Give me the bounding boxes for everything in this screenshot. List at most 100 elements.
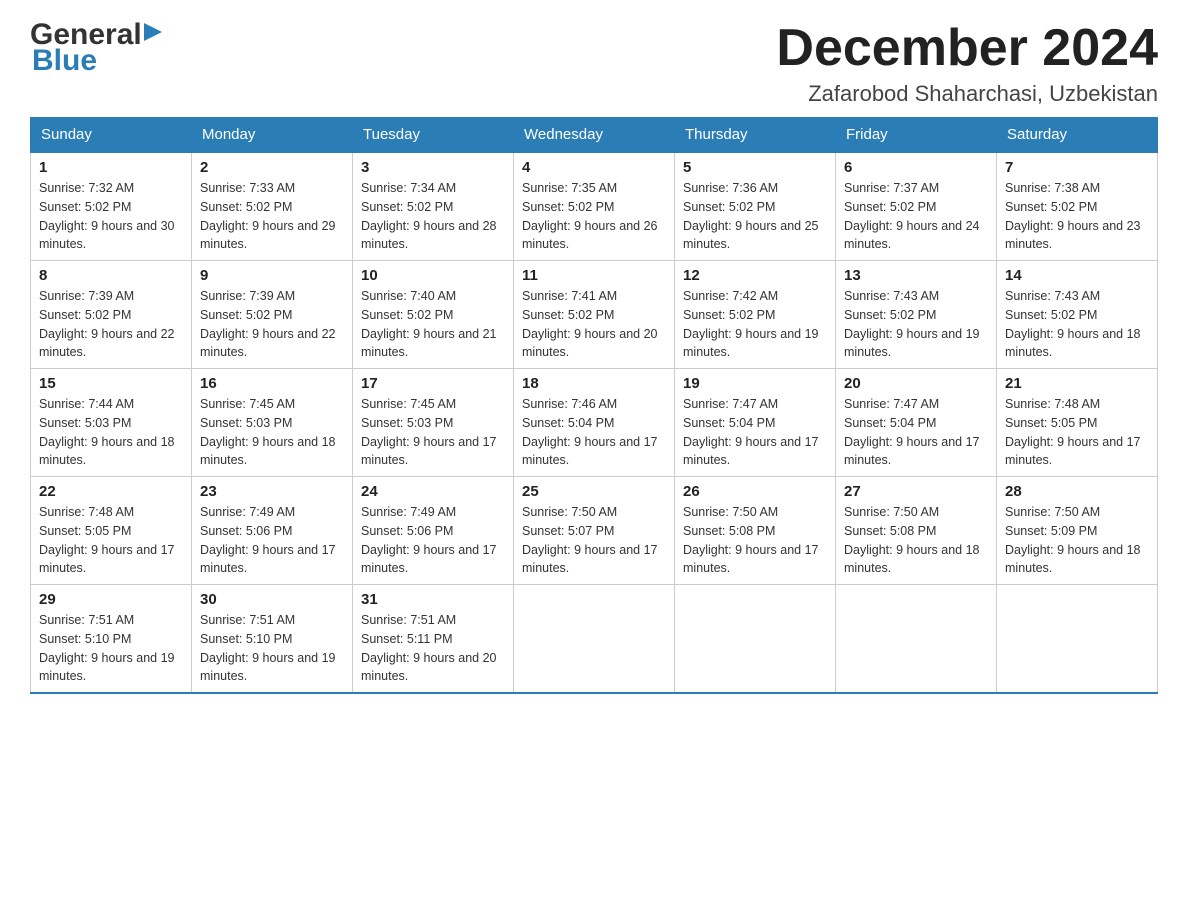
- col-header-monday: Monday: [192, 118, 353, 153]
- day-number: 9: [200, 267, 344, 284]
- sunset-label: Sunset:: [361, 200, 407, 214]
- calendar-header-row: SundayMondayTuesdayWednesdayThursdayFrid…: [31, 118, 1158, 153]
- calendar-cell: 27 Sunrise: 7:50 AM Sunset: 5:08 PM Dayl…: [836, 477, 997, 585]
- sunrise-label: Sunrise:: [200, 505, 249, 519]
- day-number: 29: [39, 591, 183, 608]
- sunrise-label: Sunrise:: [844, 397, 893, 411]
- sunset-label: Sunset:: [39, 200, 85, 214]
- day-info: Sunrise: 7:49 AM Sunset: 5:06 PM Dayligh…: [361, 503, 505, 578]
- sunrise-time: 7:32 AM: [88, 181, 134, 195]
- day-info: Sunrise: 7:50 AM Sunset: 5:07 PM Dayligh…: [522, 503, 666, 578]
- day-number: 14: [1005, 267, 1149, 284]
- day-number: 16: [200, 375, 344, 392]
- sunset-time: 5:02 PM: [729, 308, 776, 322]
- daylight-label: Daylight: 9 hours and 17 minutes.: [844, 435, 980, 468]
- sunrise-time: 7:40 AM: [410, 289, 456, 303]
- day-info: Sunrise: 7:42 AM Sunset: 5:02 PM Dayligh…: [683, 287, 827, 362]
- daylight-label: Daylight: 9 hours and 28 minutes.: [361, 219, 497, 252]
- sunrise-time: 7:50 AM: [732, 505, 778, 519]
- sunrise-label: Sunrise:: [522, 397, 571, 411]
- sunset-time: 5:05 PM: [1051, 416, 1098, 430]
- day-info: Sunrise: 7:48 AM Sunset: 5:05 PM Dayligh…: [39, 503, 183, 578]
- daylight-label: Daylight: 9 hours and 22 minutes.: [200, 327, 336, 360]
- day-number: 15: [39, 375, 183, 392]
- day-info: Sunrise: 7:41 AM Sunset: 5:02 PM Dayligh…: [522, 287, 666, 362]
- sunrise-label: Sunrise:: [200, 613, 249, 627]
- daylight-label: Daylight: 9 hours and 17 minutes.: [361, 435, 497, 468]
- calendar-cell: 24 Sunrise: 7:49 AM Sunset: 5:06 PM Dayl…: [353, 477, 514, 585]
- sunset-time: 5:02 PM: [1051, 200, 1098, 214]
- day-info: Sunrise: 7:48 AM Sunset: 5:05 PM Dayligh…: [1005, 395, 1149, 470]
- sunrise-time: 7:46 AM: [571, 397, 617, 411]
- sunset-label: Sunset:: [200, 632, 246, 646]
- daylight-label: Daylight: 9 hours and 17 minutes.: [200, 543, 336, 576]
- sunrise-label: Sunrise:: [683, 289, 732, 303]
- day-number: 2: [200, 159, 344, 176]
- day-number: 25: [522, 483, 666, 500]
- calendar-table: SundayMondayTuesdayWednesdayThursdayFrid…: [30, 117, 1158, 694]
- sunrise-time: 7:35 AM: [571, 181, 617, 195]
- logo-triangle-icon: [144, 23, 166, 45]
- daylight-label: Daylight: 9 hours and 19 minutes.: [200, 651, 336, 684]
- sunset-time: 5:02 PM: [890, 308, 937, 322]
- daylight-label: Daylight: 9 hours and 17 minutes.: [522, 543, 658, 576]
- day-number: 7: [1005, 159, 1149, 176]
- day-info: Sunrise: 7:38 AM Sunset: 5:02 PM Dayligh…: [1005, 179, 1149, 254]
- daylight-label: Daylight: 9 hours and 17 minutes.: [39, 543, 175, 576]
- sunset-time: 5:02 PM: [1051, 308, 1098, 322]
- sunset-label: Sunset:: [361, 308, 407, 322]
- location-title: Zafarobod Shaharchasi, Uzbekistan: [776, 81, 1158, 107]
- calendar-cell: 6 Sunrise: 7:37 AM Sunset: 5:02 PM Dayli…: [836, 152, 997, 261]
- col-header-saturday: Saturday: [997, 118, 1158, 153]
- calendar-cell: 25 Sunrise: 7:50 AM Sunset: 5:07 PM Dayl…: [514, 477, 675, 585]
- calendar-cell: 20 Sunrise: 7:47 AM Sunset: 5:04 PM Dayl…: [836, 369, 997, 477]
- sunrise-time: 7:36 AM: [732, 181, 778, 195]
- day-number: 27: [844, 483, 988, 500]
- sunrise-label: Sunrise:: [844, 289, 893, 303]
- calendar-cell: 3 Sunrise: 7:34 AM Sunset: 5:02 PM Dayli…: [353, 152, 514, 261]
- sunrise-time: 7:50 AM: [893, 505, 939, 519]
- day-number: 11: [522, 267, 666, 284]
- day-info: Sunrise: 7:39 AM Sunset: 5:02 PM Dayligh…: [39, 287, 183, 362]
- sunrise-label: Sunrise:: [39, 397, 88, 411]
- day-number: 19: [683, 375, 827, 392]
- sunset-label: Sunset:: [361, 632, 407, 646]
- sunrise-time: 7:51 AM: [88, 613, 134, 627]
- sunrise-time: 7:48 AM: [88, 505, 134, 519]
- sunrise-label: Sunrise:: [844, 505, 893, 519]
- sunset-time: 5:04 PM: [729, 416, 776, 430]
- sunrise-time: 7:38 AM: [1054, 181, 1100, 195]
- day-number: 8: [39, 267, 183, 284]
- sunset-time: 5:02 PM: [246, 308, 293, 322]
- day-number: 28: [1005, 483, 1149, 500]
- day-number: 5: [683, 159, 827, 176]
- daylight-label: Daylight: 9 hours and 30 minutes.: [39, 219, 175, 252]
- page: General Blue December 2024 Zafarobod Sha…: [0, 0, 1188, 724]
- day-info: Sunrise: 7:51 AM Sunset: 5:11 PM Dayligh…: [361, 611, 505, 686]
- day-info: Sunrise: 7:46 AM Sunset: 5:04 PM Dayligh…: [522, 395, 666, 470]
- calendar-cell: 8 Sunrise: 7:39 AM Sunset: 5:02 PM Dayli…: [31, 261, 192, 369]
- sunrise-time: 7:51 AM: [249, 613, 295, 627]
- sunset-label: Sunset:: [844, 200, 890, 214]
- sunrise-time: 7:45 AM: [410, 397, 456, 411]
- sunrise-time: 7:34 AM: [410, 181, 456, 195]
- day-number: 3: [361, 159, 505, 176]
- day-info: Sunrise: 7:44 AM Sunset: 5:03 PM Dayligh…: [39, 395, 183, 470]
- sunrise-time: 7:33 AM: [249, 181, 295, 195]
- day-number: 18: [522, 375, 666, 392]
- day-number: 26: [683, 483, 827, 500]
- sunset-label: Sunset:: [1005, 200, 1051, 214]
- calendar-cell: 19 Sunrise: 7:47 AM Sunset: 5:04 PM Dayl…: [675, 369, 836, 477]
- sunrise-label: Sunrise:: [361, 289, 410, 303]
- sunrise-time: 7:47 AM: [732, 397, 778, 411]
- daylight-label: Daylight: 9 hours and 18 minutes.: [39, 435, 175, 468]
- calendar-cell: 18 Sunrise: 7:46 AM Sunset: 5:04 PM Dayl…: [514, 369, 675, 477]
- sunset-time: 5:02 PM: [568, 308, 615, 322]
- sunset-time: 5:02 PM: [246, 200, 293, 214]
- col-header-tuesday: Tuesday: [353, 118, 514, 153]
- sunrise-label: Sunrise:: [39, 613, 88, 627]
- sunset-label: Sunset:: [39, 416, 85, 430]
- sunrise-time: 7:39 AM: [88, 289, 134, 303]
- day-info: Sunrise: 7:51 AM Sunset: 5:10 PM Dayligh…: [200, 611, 344, 686]
- sunset-time: 5:03 PM: [246, 416, 293, 430]
